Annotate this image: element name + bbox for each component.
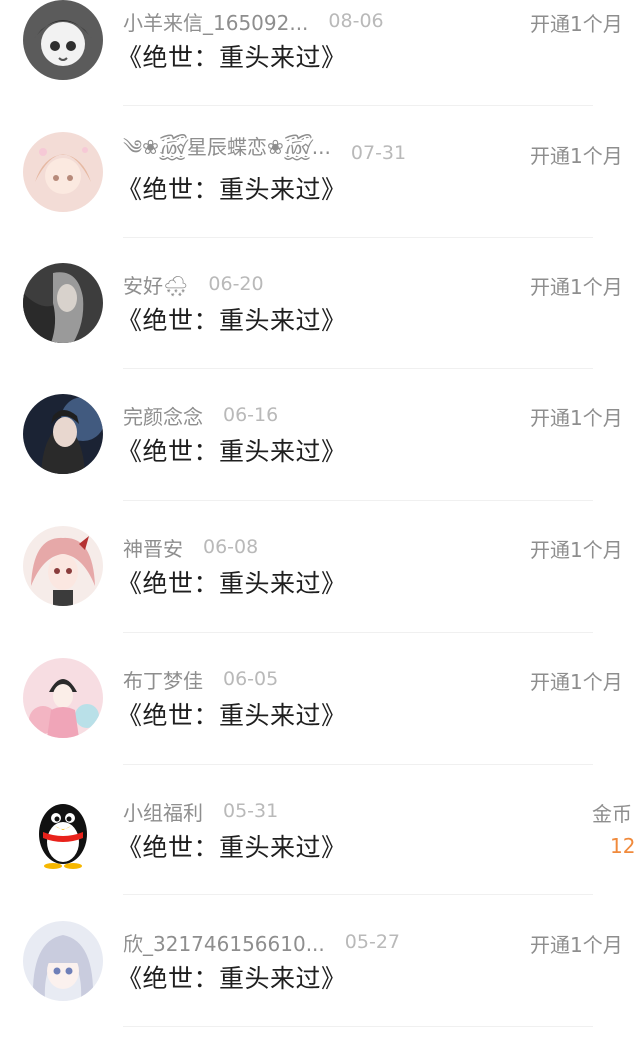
- subscription-action: 开通1个月: [530, 406, 623, 430]
- anime-girl-avatar-icon[interactable]: [23, 0, 103, 80]
- message-date: 06-16: [223, 404, 279, 426]
- sender-name[interactable]: 小羊来信_165092...: [123, 7, 308, 36]
- book-title[interactable]: 《绝世：重头来过》: [117, 564, 347, 600]
- list-item[interactable]: 完颜念念 06-16 《绝世：重头来过》 开通1个月: [0, 386, 640, 518]
- reward-label: 金币: [592, 802, 632, 826]
- dark-portrait-avatar-icon[interactable]: [23, 263, 103, 343]
- book-title[interactable]: 《绝世：重头来过》: [117, 828, 347, 864]
- list-item[interactable]: 神晋安 06-08 《绝世：重头来过》 开通1个月: [0, 518, 640, 650]
- subscription-action: 开通1个月: [530, 144, 623, 168]
- sender-name[interactable]: 小组福利: [123, 797, 203, 826]
- subscription-action: 开通1个月: [530, 933, 623, 957]
- message-date: 07-31: [350, 142, 407, 164]
- divider: [123, 105, 593, 106]
- book-title[interactable]: 《绝世：重头来过》: [117, 301, 347, 337]
- subscription-action: 开通1个月: [530, 670, 623, 694]
- subscription-action: 开通1个月: [530, 275, 623, 299]
- sender-name[interactable]: 神晋安: [123, 533, 183, 562]
- sender-name[interactable]: 完颜念念: [123, 401, 203, 430]
- message-date: 06-05: [223, 668, 279, 690]
- sender-name[interactable]: 布丁梦佳: [123, 665, 203, 694]
- message-date: 06-20: [208, 273, 264, 295]
- reward-amount: 12: [610, 834, 636, 858]
- book-title[interactable]: 《绝世：重头来过》: [117, 432, 347, 468]
- blue-portrait-avatar-icon[interactable]: [23, 394, 103, 474]
- divider: [123, 500, 593, 501]
- divider: [123, 894, 593, 895]
- traditional-girl-avatar-icon[interactable]: [23, 658, 103, 738]
- sender-name[interactable]: 欣_321746156610...: [123, 928, 325, 957]
- divider: [123, 368, 593, 369]
- silver-hair-avatar-icon[interactable]: [23, 921, 103, 1001]
- subscription-action: 开通1个月: [530, 538, 623, 562]
- pastel-anime-girl-avatar-icon[interactable]: [23, 132, 103, 212]
- book-title[interactable]: 《绝世：重头来过》: [117, 170, 347, 206]
- divider: [123, 237, 593, 238]
- book-title[interactable]: 《绝世：重头来过》: [117, 959, 347, 995]
- divider: [123, 764, 593, 765]
- message-date: 05-27: [344, 931, 400, 953]
- message-list: 小羊来信_165092... 08-06 《绝世：重头来过》 开通1个月 ༄❀꫞星…: [0, 0, 640, 1030]
- divider: [123, 1026, 593, 1027]
- book-title[interactable]: 《绝世：重头来过》: [117, 696, 347, 732]
- sender-name[interactable]: 安好🌨: [123, 270, 188, 299]
- penguin-avatar-icon[interactable]: [23, 790, 103, 870]
- book-title[interactable]: 《绝世：重头来过》: [117, 38, 347, 74]
- message-date: 05-31: [223, 800, 279, 822]
- message-date: 06-08: [203, 536, 259, 558]
- message-date: 08-06: [328, 10, 384, 32]
- pink-hair-avatar-icon[interactable]: [23, 526, 103, 606]
- subscription-action: 开通1个月: [530, 12, 623, 36]
- divider: [123, 632, 593, 633]
- list-item[interactable]: 布丁梦佳 06-05 《绝世：重头来过》 开通1个月: [0, 650, 640, 782]
